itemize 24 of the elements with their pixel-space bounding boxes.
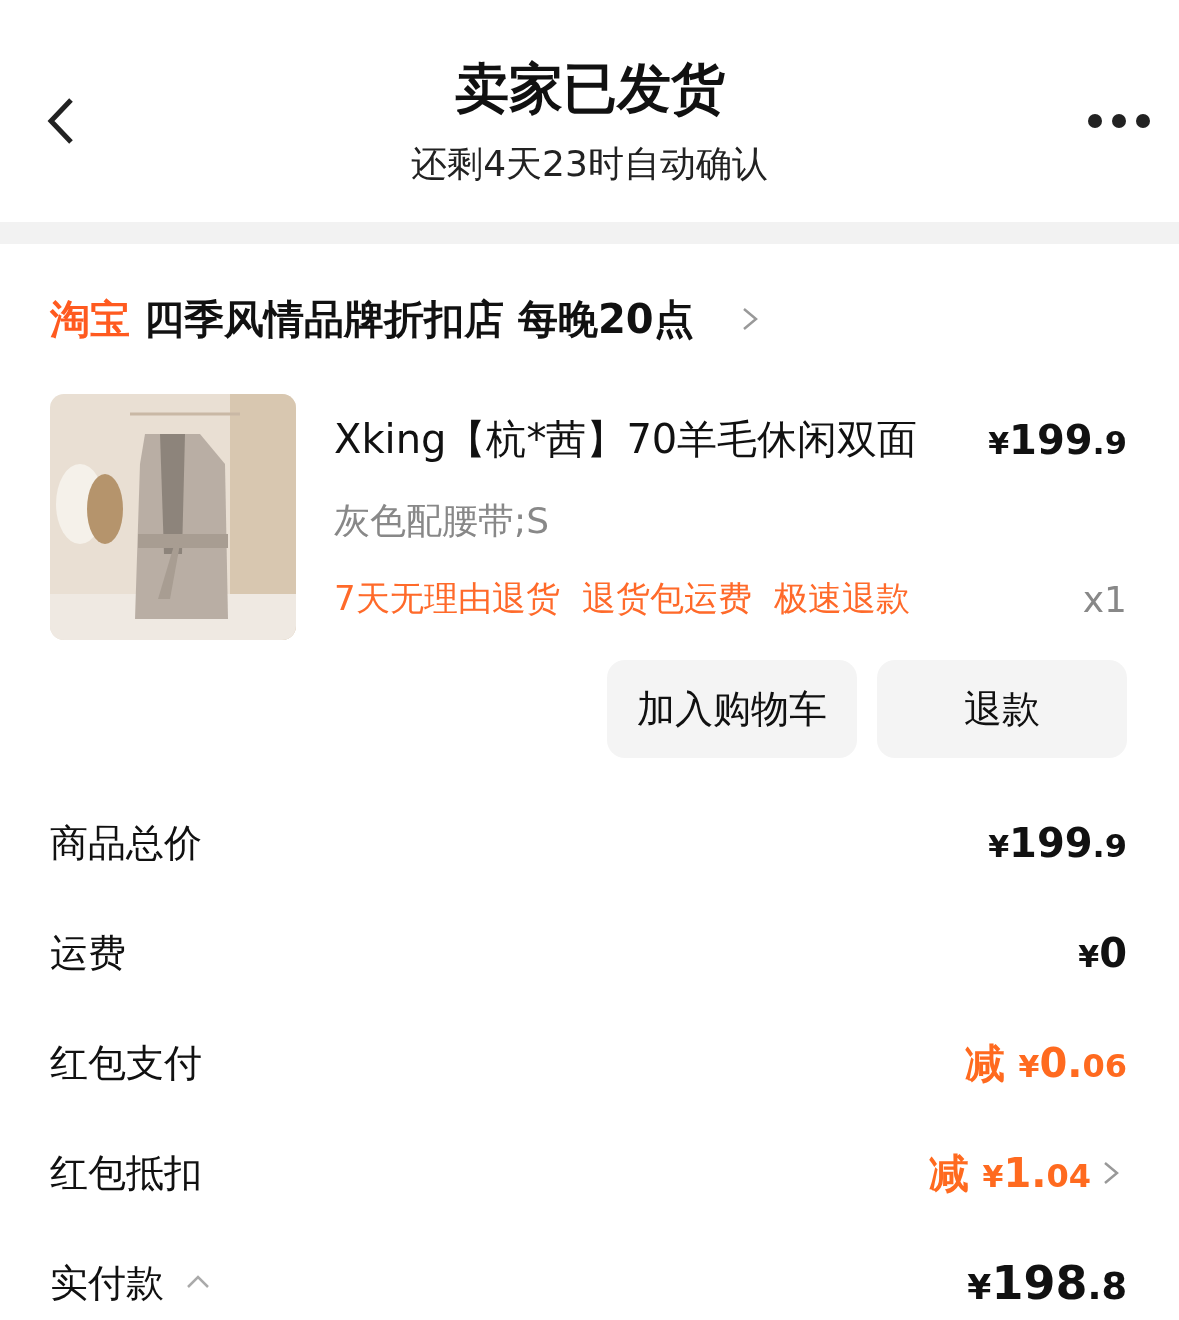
quantity: x1: [1082, 578, 1127, 620]
summary-amount: ¥198.8: [967, 1256, 1127, 1310]
summary-amount: 减 ¥1.04: [928, 1148, 1091, 1198]
summary-amount: ¥199.9: [988, 820, 1127, 866]
product-variant: 灰色配腰带;S: [334, 499, 550, 543]
summary-label: 商品总价: [50, 819, 202, 867]
summary-label: 红包支付: [50, 1039, 202, 1087]
action-button[interactable]: 加入购物车: [607, 660, 857, 758]
summary-label: 红包抵扣: [50, 1149, 202, 1197]
service-tag: 7天无理由退货: [334, 576, 560, 622]
more-icon[interactable]: [1087, 113, 1151, 129]
service-tag: 退货包运费: [581, 576, 752, 622]
product-price: ¥199.9: [988, 416, 1127, 463]
platform-label: 淘宝: [50, 294, 130, 344]
page-title: 卖家已发货: [454, 56, 725, 122]
summary-label: 实付款: [50, 1259, 164, 1307]
summary-amount: ¥0: [1078, 930, 1127, 976]
action-button[interactable]: 退款: [877, 660, 1127, 758]
summary-label: 运费: [50, 929, 126, 977]
page-subtitle: 还剩4天23时自动确认: [411, 142, 768, 186]
summary-amount: 减 ¥0.06: [964, 1038, 1127, 1088]
product-title[interactable]: Xking【杭*茜】70羊毛休闲双面: [334, 412, 918, 467]
store-name[interactable]: 四季风情品牌折扣店 每晚20点: [144, 291, 694, 347]
service-tag: 极速退款: [773, 576, 910, 622]
